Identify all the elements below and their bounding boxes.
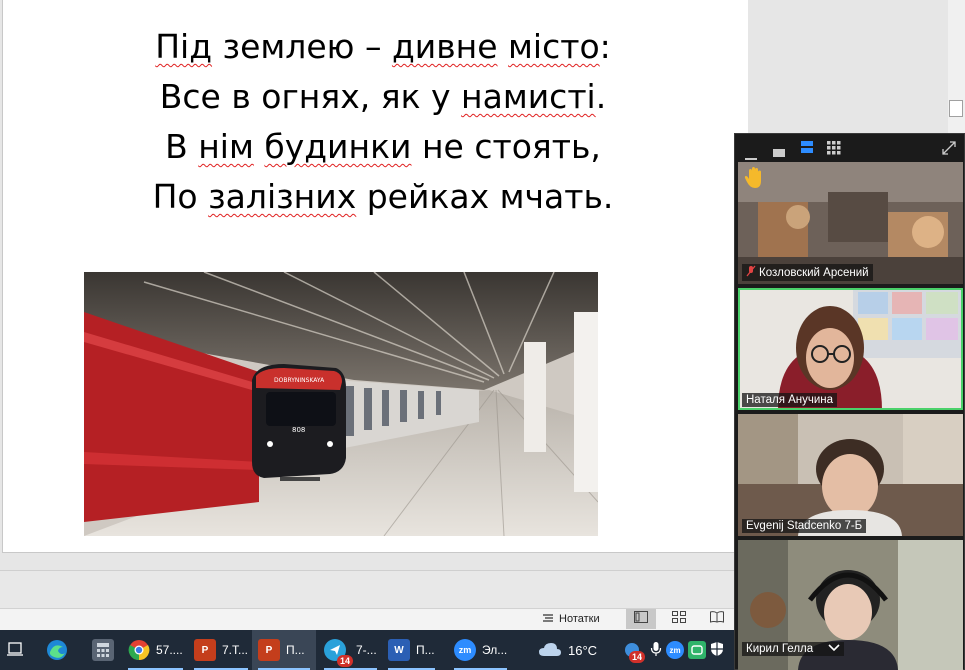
poem-text-run: . [595, 77, 607, 116]
grid-icon [672, 610, 686, 628]
taskbar-item-2[interactable]: P П... [252, 630, 316, 670]
gallery-view-icon[interactable] [827, 141, 841, 160]
poem-text-run [498, 27, 509, 66]
taskbar-item-0[interactable]: 57.... [122, 630, 189, 670]
zoom-icon: zm [454, 639, 476, 661]
zoom-tray-icon[interactable]: zm [666, 641, 684, 659]
taskbar-calculator[interactable] [86, 630, 120, 670]
microphone-icon[interactable] [650, 641, 662, 660]
telegram-icon: 14 [324, 639, 353, 667]
misspelled-word: Під [155, 27, 213, 66]
zoom-toolbar [735, 134, 964, 162]
weather-widget[interactable]: 16°C [532, 630, 603, 670]
tray-app-green-icon[interactable] [688, 641, 706, 659]
misspelled-word: місто [508, 27, 600, 66]
scrollbar-thumb[interactable] [949, 100, 963, 117]
expand-icon[interactable] [941, 140, 957, 161]
misspelled-word: нім [198, 127, 254, 166]
notes-label: Нотатки [559, 613, 600, 625]
normal-view-button[interactable] [626, 609, 656, 629]
notes-button[interactable]: Нотатки [536, 610, 606, 628]
shield-icon[interactable] [710, 641, 724, 660]
poem-text-run: : [599, 27, 611, 66]
participant-name-tag: Наталя Анучина [742, 393, 838, 407]
participant-name-tag: Evgenij Stadcenko 7-Б [742, 519, 867, 533]
svg-text:DOBRYNINSKAYA: DOBRYNINSKAYA [274, 377, 325, 384]
misspelled-word: дивне [391, 27, 498, 66]
poem-line: Під землею – дивне місто: [0, 22, 766, 72]
edge-icon [46, 639, 68, 661]
speaker-view-icon[interactable] [801, 141, 813, 159]
taskbar-item-label: П... [286, 643, 305, 657]
cloud-icon [538, 641, 562, 660]
poem-text-run: не стоять, [411, 127, 601, 166]
task-view-icon [6, 641, 24, 660]
train-number: 808 [292, 426, 305, 434]
chrome-icon [128, 639, 150, 661]
task-view-button[interactable] [0, 630, 32, 670]
taskbar-item-label: 7-... [356, 643, 377, 657]
notes-icon [542, 612, 554, 627]
system-tray: 14 zm [618, 630, 730, 670]
unread-badge: 14 [336, 655, 353, 667]
poem-text-run: рейках мчать. [356, 177, 614, 216]
poem-line: В нім будинки не стоять, [0, 122, 766, 172]
taskbar-item-3[interactable]: 14 7-... [318, 630, 383, 670]
participant-tile[interactable]: Кирил Гелла [738, 540, 963, 670]
participant-tile[interactable]: Козловский Арсений [738, 162, 963, 284]
poem-text-run: По [152, 177, 209, 216]
participant-name-tag: Кирил Гелла [742, 642, 845, 656]
participant-name: Козловский Арсений [759, 266, 869, 279]
poem-text[interactable]: Під землею – дивне місто: Все в огнях, як… [0, 22, 766, 222]
metro-train-image: DOBRYNINSKAYA 808 [84, 272, 598, 536]
raised-hand-icon [744, 166, 766, 195]
taskbar-edge[interactable] [40, 630, 74, 670]
misspelled-word: будинки [264, 127, 412, 166]
muted-mic-icon [746, 265, 756, 280]
participant-name: Наталя Анучина [746, 394, 834, 406]
participant-name: Evgenij Stadcenko 7-Б [746, 520, 863, 532]
taskbar-item-4[interactable]: W П... [382, 630, 441, 670]
word-icon: W [388, 639, 410, 661]
poem-text-run [254, 127, 265, 166]
participant-name-tag: Козловский Арсений [742, 264, 873, 281]
calculator-icon [92, 639, 114, 661]
poem-text-run [212, 27, 223, 66]
misspelled-word: залізних [208, 177, 357, 216]
app-window: Під землею – дивне місто: Все в огнях, як… [0, 0, 965, 670]
normal-view-icon [634, 610, 648, 628]
reading-view-button[interactable] [702, 609, 732, 629]
powerpoint-icon: P [258, 639, 280, 661]
poem-text-run: – [354, 27, 392, 66]
poem-text-run: В [165, 127, 199, 166]
taskbar-item-1[interactable]: P 7.Т... [188, 630, 254, 670]
taskbar-item-label: 57.... [156, 643, 183, 657]
slide-sorter-button[interactable] [664, 609, 694, 629]
poem-line: Все в огнях, як у намисті. [0, 72, 766, 122]
taskbar-item-label: П... [416, 643, 435, 657]
taskbar-item-label: Эл... [482, 643, 508, 657]
book-icon [710, 610, 724, 628]
tray-badge: 14 [628, 651, 645, 663]
poem-text-run: землею [222, 27, 355, 66]
taskbar-item-label: 7.Т... [222, 643, 249, 657]
misspelled-word: намисті [461, 77, 596, 116]
chevron-down-icon[interactable] [828, 643, 840, 655]
participant-tile-active-speaker[interactable]: Наталя Анучина [738, 288, 963, 410]
participant-name: Кирил Гелла [746, 643, 814, 655]
powerpoint-icon: P [194, 639, 216, 661]
temperature: 16°C [568, 642, 598, 658]
participant-tile[interactable]: Evgenij Stadcenko 7-Б [738, 414, 963, 536]
tray-app-icon[interactable]: 14 [624, 642, 645, 663]
taskbar-item-5[interactable]: zm Эл... [448, 630, 513, 670]
thumbnail-view-icon[interactable] [773, 144, 785, 162]
poem-line: По залізних рейках мчать. [0, 172, 766, 222]
poem-text-run: Все в огнях, як у [159, 77, 462, 116]
zoom-gallery-panel[interactable]: Козловский Арсений Наталя Анучина Evgeni… [734, 133, 965, 670]
